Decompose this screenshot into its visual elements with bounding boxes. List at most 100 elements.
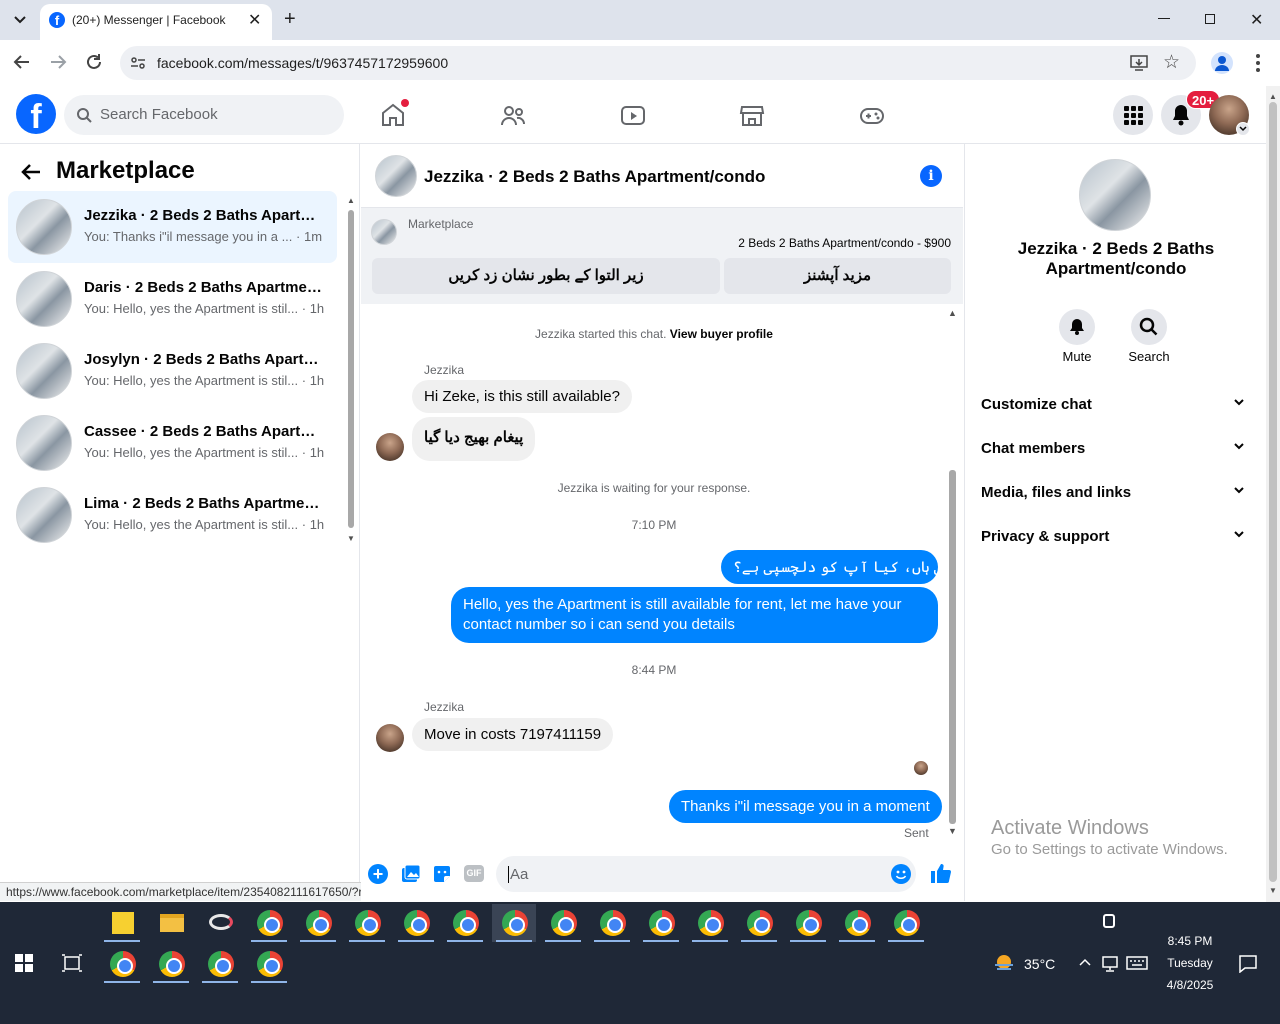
install-app-icon[interactable] [1130,54,1148,72]
site-info-icon[interactable] [130,55,146,71]
info-avatar[interactable] [1079,159,1151,231]
mark-pending-button[interactable]: زیر التوا کے بطور نشان زد کریں [372,258,720,294]
weather-temperature[interactable]: 35°C [1024,956,1055,972]
forward-icon[interactable] [48,52,68,72]
like-thumbs-up-icon[interactable] [929,862,951,884]
emoji-icon[interactable] [891,864,911,884]
section-customize-chat[interactable]: Customize chat [965,388,1265,420]
page-scrollbar[interactable]: ▲ ▼ [1266,86,1280,902]
nav-home-icon[interactable] [380,99,409,128]
url-text[interactable]: facebook.com/messages/t/9637457172959600 [157,55,448,71]
close-window-icon[interactable]: ✕ [1250,10,1263,30]
mute-button[interactable] [1059,309,1095,345]
section-media-files-links[interactable]: Media, files and links [965,476,1265,508]
chrome-window-icon[interactable] [247,904,291,942]
incoming-message[interactable]: پیغام بھیج دیا گیا [412,417,536,461]
notification-center-icon[interactable] [1239,955,1257,973]
back-arrow-icon[interactable] [20,162,42,182]
snipping-tool-icon[interactable] [198,904,242,942]
chrome-window-icon[interactable] [884,904,928,942]
reload-icon[interactable] [84,52,104,72]
info-icon[interactable]: i [920,165,942,187]
nav-friends-icon[interactable] [500,103,526,129]
tab-list-dropdown-icon[interactable] [8,8,32,32]
incoming-message[interactable]: Move in costs 7197411159 [412,718,614,751]
nav-gaming-icon[interactable] [859,104,885,128]
restore-icon[interactable] [1205,14,1215,24]
chat-title[interactable]: Jezzika · 2 Beds 2 Baths Apartment/condo [424,167,765,187]
bookmark-star-icon[interactable]: ☆ [1163,51,1180,74]
more-options-button[interactable]: مزید آپشنز [724,258,951,294]
conversation-item[interactable]: Lima · 2 Beds 2 Baths Apartmen... You: H… [8,479,337,551]
chrome-window-icon[interactable] [688,904,732,942]
weather-icon[interactable] [992,952,1016,972]
conversation-item[interactable]: Daris · 2 Beds 2 Baths Apartmen... You: … [8,263,337,335]
profile-icon[interactable] [1211,52,1233,74]
sender-avatar[interactable] [376,724,404,752]
gif-icon[interactable]: GIF [464,865,484,882]
more-actions-icon[interactable]: + [368,864,388,884]
search-input[interactable]: Search Facebook [100,106,218,123]
browser-menu-icon[interactable] [1256,54,1260,72]
conversation-preview: You: Hello, yes the Apartment is stil...… [84,445,325,460]
chat-avatar[interactable] [375,155,417,197]
file-explorer-icon[interactable] [149,904,193,942]
show-hidden-icons-icon[interactable] [1079,958,1091,966]
chrome-window-icon[interactable] [590,904,634,942]
chrome-window-icon[interactable] [443,904,487,942]
chrome-window-icon[interactable] [345,904,389,942]
search-box[interactable]: Search Facebook [64,95,344,135]
sticker-icon[interactable] [432,864,452,884]
incoming-message[interactable]: Hi Zeke, is this still available? [412,380,632,413]
chrome-window-active-icon[interactable] [492,904,536,942]
sent-status: Sent [904,826,929,840]
nav-marketplace-icon[interactable] [739,103,765,129]
chrome-window-icon[interactable] [296,904,340,942]
conversation-list-scrollbar[interactable]: ▲ ▼ [346,196,356,546]
section-privacy-support[interactable]: Privacy & support [965,520,1265,552]
minimize-icon[interactable] [1158,18,1170,19]
chrome-window-icon[interactable] [786,904,830,942]
outgoing-message[interactable]: Hello, yes the Apartment is still availa… [451,587,938,643]
chrome-window-icon[interactable] [639,904,683,942]
keyboard-icon[interactable] [1126,956,1148,970]
listing-info[interactable]: 2 Beds 2 Baths Apartment/condo - $900 [738,236,951,250]
nav-video-icon[interactable] [620,103,646,129]
chrome-window-icon[interactable] [541,904,585,942]
search-in-chat-button[interactable] [1131,309,1167,345]
section-chat-members[interactable]: Chat members [965,432,1265,464]
sticky-notes-icon[interactable] [100,904,144,942]
outgoing-message[interactable]: Thanks i"il message you in a moment [669,790,942,823]
chrome-window-icon[interactable] [247,945,291,983]
conversation-item[interactable]: Jezzika · 2 Beds 2 Baths Apartm... You: … [8,191,337,263]
back-icon[interactable] [12,52,32,72]
chrome-window-icon[interactable] [149,945,193,983]
chat-scrollbar[interactable]: ▲ ▼ [947,308,959,838]
account-chevron-icon[interactable] [1236,122,1250,136]
clock-date[interactable]: 4/8/2025 [1150,978,1230,992]
task-view-icon[interactable] [62,954,82,972]
message-input[interactable]: Aa [496,856,916,892]
attach-photo-icon[interactable] [401,864,421,884]
conversation-item[interactable]: Josylyn · 2 Beds 2 Baths Apartm... You: … [8,335,337,407]
chrome-window-icon[interactable] [737,904,781,942]
sender-avatar[interactable] [376,433,404,461]
meet-now-icon[interactable] [1103,914,1115,928]
chrome-window-icon[interactable] [198,945,242,983]
new-tab-icon[interactable]: + [284,8,296,31]
chrome-window-icon[interactable] [394,904,438,942]
address-bar[interactable]: facebook.com/messages/t/9637457172959600… [120,46,1196,80]
network-icon[interactable] [1102,956,1120,972]
menu-grid-button[interactable] [1113,95,1153,135]
view-buyer-profile-link[interactable]: View buyer profile [670,327,773,341]
clock-time[interactable]: 8:45 PM [1150,934,1230,948]
facebook-logo-icon[interactable]: f [16,94,56,134]
tab-close-icon[interactable]: ✕ [248,10,261,30]
outgoing-message[interactable]: جی ہاں، کیا آپ کو دلچسپی ہے؟ [721,550,951,584]
chrome-window-icon[interactable] [835,904,879,942]
clock-day[interactable]: Tuesday [1150,956,1230,970]
active-tab[interactable]: f (20+) Messenger | Facebook ✕ [40,4,272,40]
start-windows-icon[interactable] [15,954,33,972]
conversation-item[interactable]: Cassee · 2 Beds 2 Baths Apartme... You: … [8,407,337,479]
chrome-window-icon[interactable] [100,945,144,983]
